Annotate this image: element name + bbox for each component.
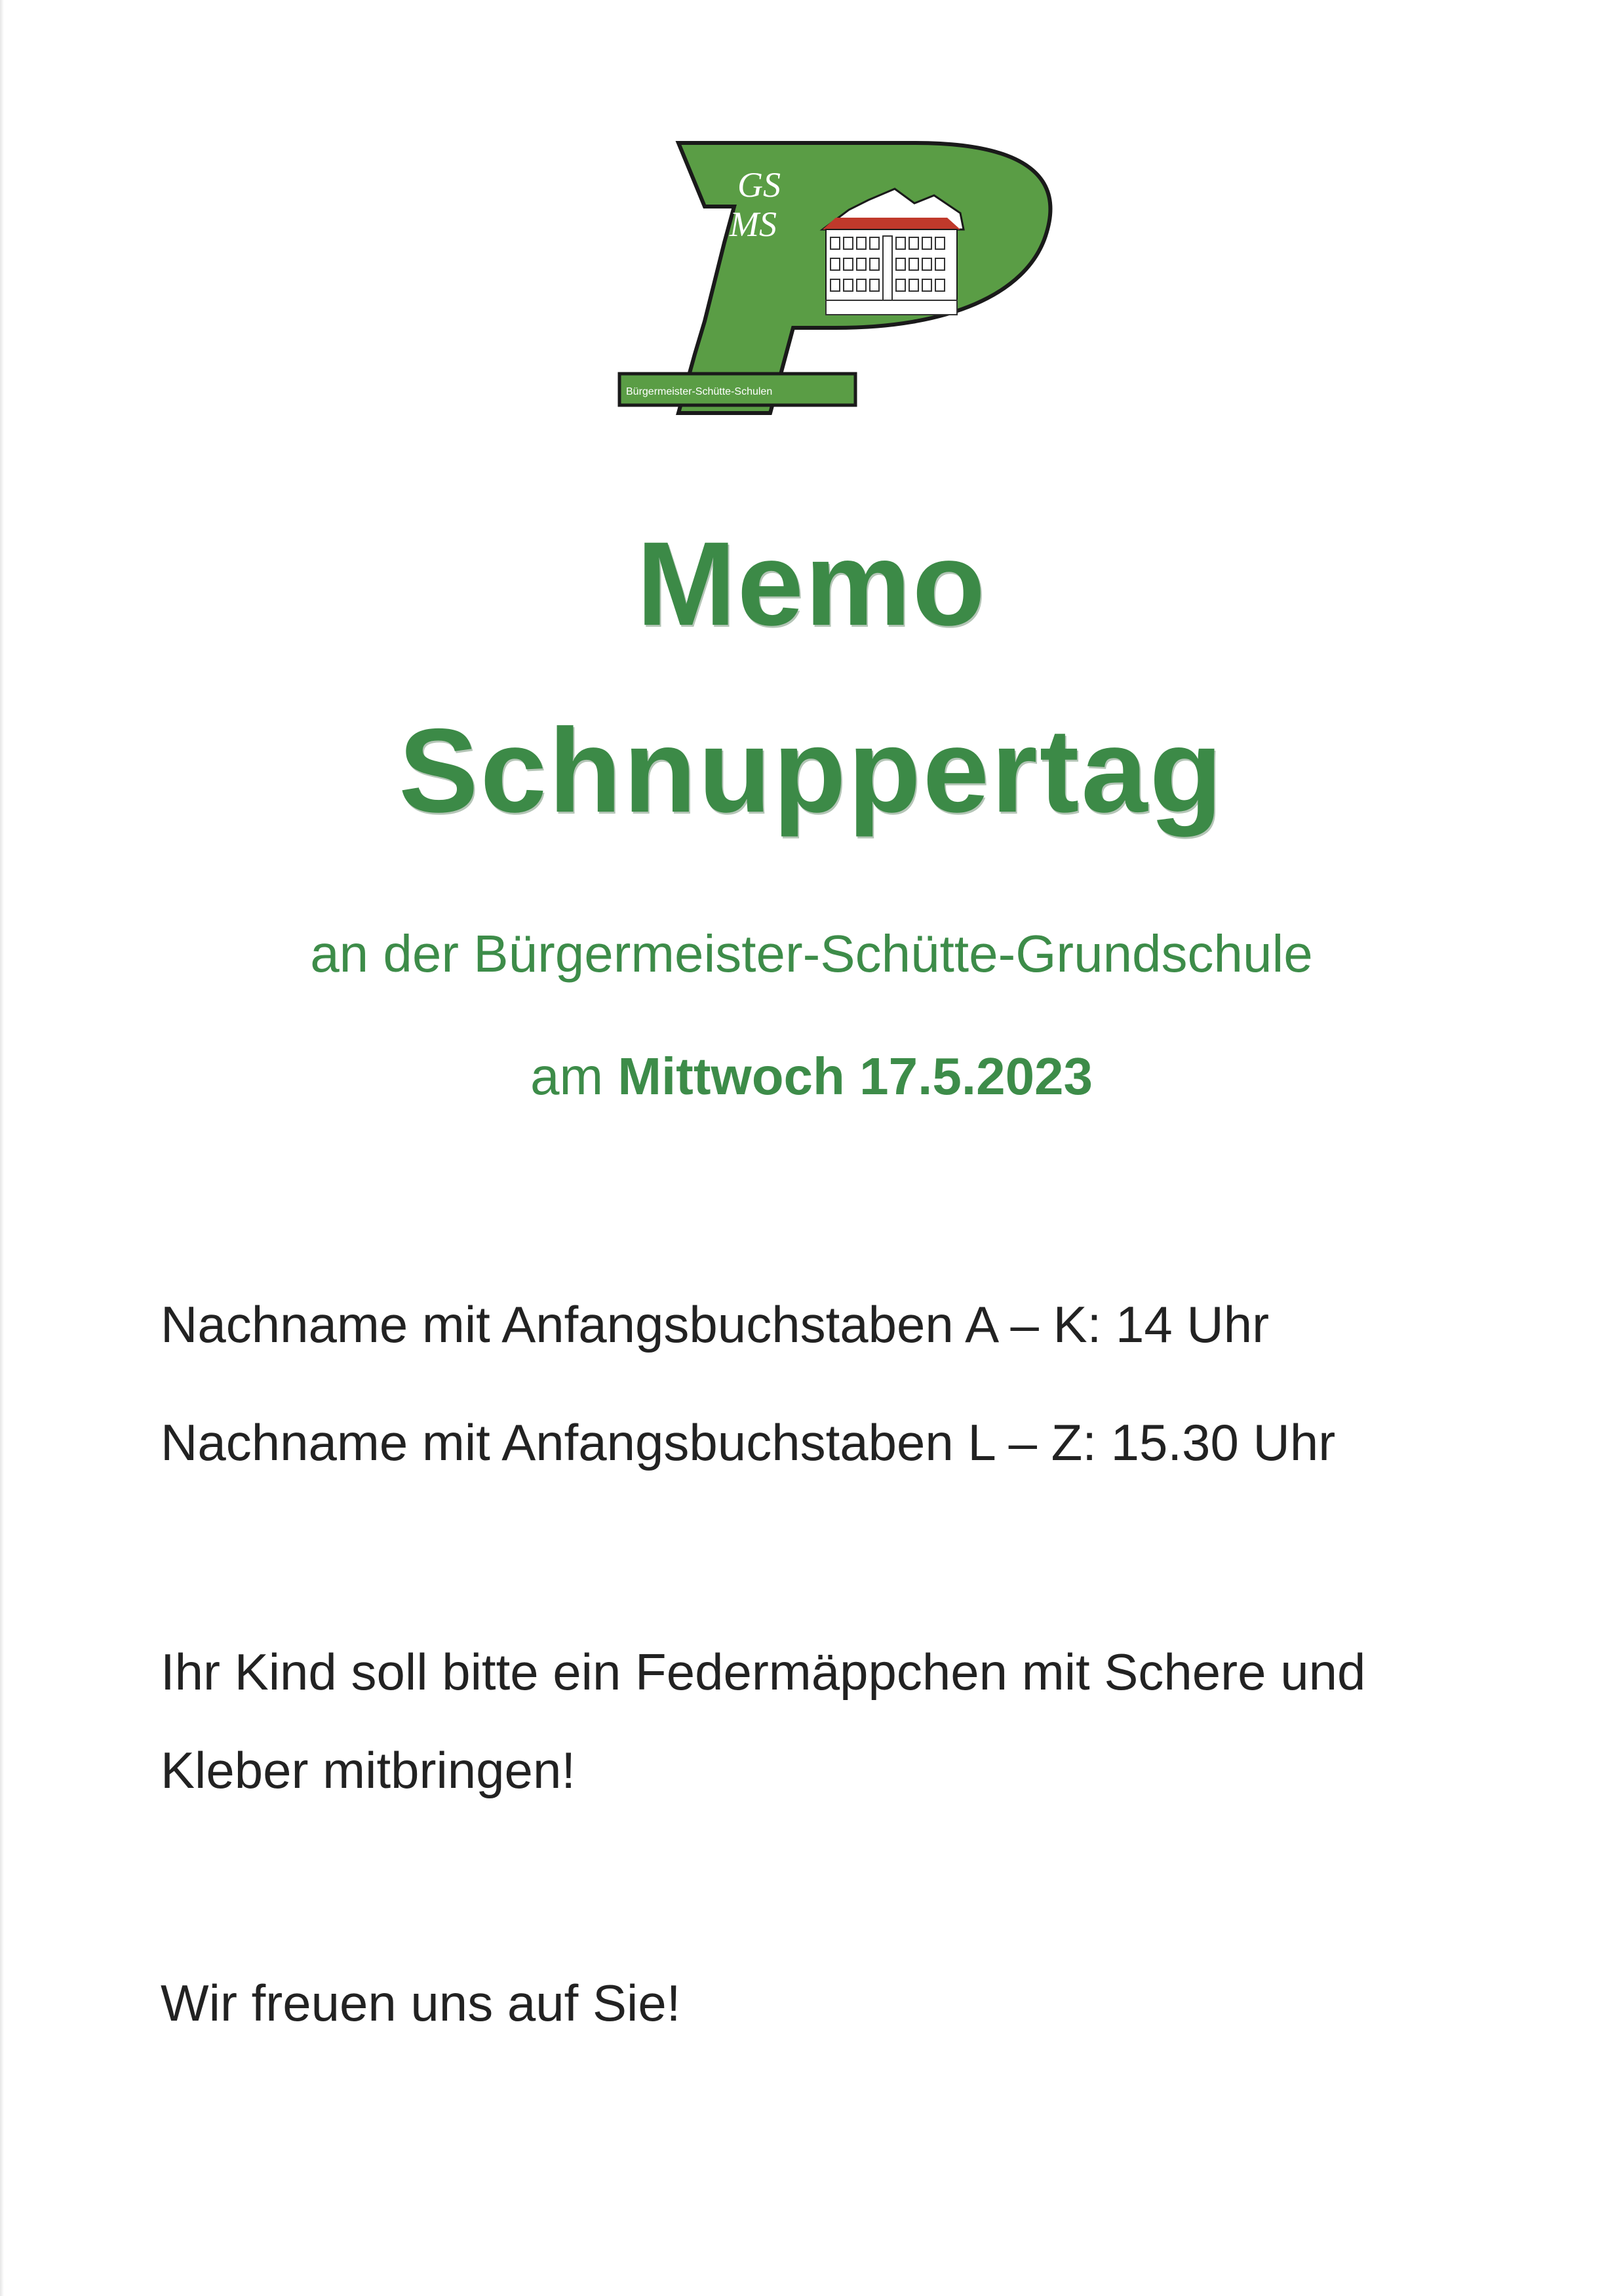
schedule-l-z: Nachname mit Anfangsbuchstaben L – Z: 15… [161, 1414, 1336, 1471]
heading-memo: Memo [636, 517, 987, 650]
subtitle-school: an der Bürgermeister-Schütte-Grundschule [310, 924, 1313, 983]
schedule-a-k: Nachname mit Anfangsbuchstaben A – K: 14… [161, 1296, 1270, 1353]
school-logo: GS MS Bürgermeister-Schütte-Schulen [606, 138, 1065, 426]
instruction-line-1: Ihr Kind soll bitte ein Federmäppchen mi… [161, 1643, 1366, 1701]
instruction-line-2: Kleber mitbringen! [161, 1741, 576, 1799]
heading-schnuppertag: Schnuppertag [399, 703, 1224, 837]
closing-line: Wir freuen uns auf Sie! [161, 1974, 681, 2032]
date-prefix: am [530, 1047, 618, 1105]
event-date-line: am Mittwoch 17.5.2023 [0, 1044, 1623, 1109]
scan-edge [0, 0, 4, 2296]
logo-text-gs: GS [737, 165, 781, 205]
event-date: Mittwoch 17.5.2023 [617, 1047, 1093, 1105]
logo-banner-text: Bürgermeister-Schütte-Schulen [626, 386, 772, 397]
logo-text-ms: MS [729, 205, 777, 244]
